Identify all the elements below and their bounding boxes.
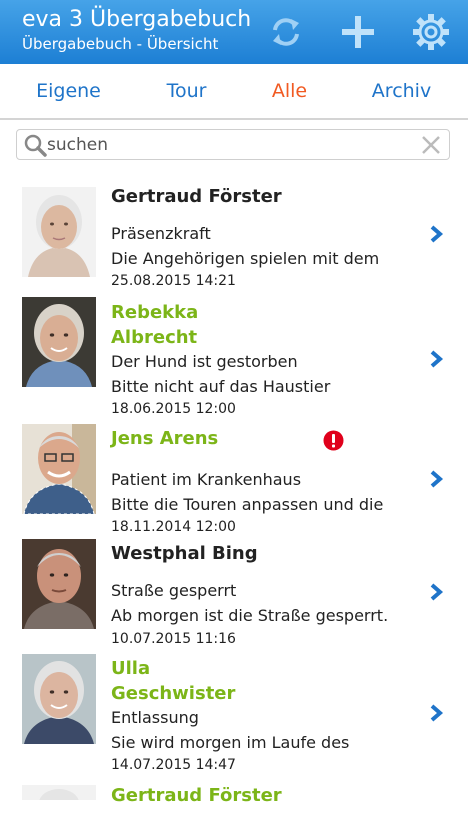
sync-icon[interactable] xyxy=(266,12,306,52)
chevron-right-icon xyxy=(430,225,444,243)
search-box xyxy=(16,129,450,160)
tab-alle[interactable]: Alle xyxy=(231,78,348,104)
tab-archiv[interactable]: Archiv xyxy=(343,78,460,104)
list-item[interactable]: Rebekka Albrecht Der Hund ist gestorben … xyxy=(0,292,468,421)
search-icon xyxy=(24,134,47,157)
add-icon[interactable] xyxy=(338,12,378,52)
entry-preview: Bitte die Touren anpassen und die xyxy=(111,495,384,514)
entry-preview: Ab morgen ist die Straße gesperrt. xyxy=(111,606,389,625)
entry-preview: Bitte nicht auf das Haustier xyxy=(111,377,331,396)
tab-eigene[interactable]: Eigene xyxy=(10,78,127,104)
entry-reason: Der Hund ist gestorben xyxy=(111,352,298,371)
settings-gear-icon[interactable] xyxy=(411,12,451,52)
app-subtitle: Übergabebuch - Übersicht xyxy=(22,35,219,53)
avatar xyxy=(22,785,96,800)
avatar xyxy=(22,654,96,744)
app-header: eva 3 Übergabebuch Übergabebuch - Übersi… xyxy=(0,0,468,64)
list-item[interactable]: Jens Arens Patient im Krankenhaus Bitte … xyxy=(0,420,468,536)
entry-preview: Die Angehörigen spielen mit dem xyxy=(111,249,380,268)
patient-name: Westphal Bing xyxy=(111,543,258,564)
tab-tour[interactable]: Tour xyxy=(128,78,245,104)
alert-icon xyxy=(323,430,344,451)
app-title: eva 3 Übergabebuch xyxy=(22,7,252,32)
chevron-right-icon xyxy=(430,583,444,601)
list-item[interactable]: Westphal Bing Straße gesperrt Ab morgen … xyxy=(0,535,468,651)
clear-search-icon[interactable] xyxy=(421,135,441,155)
filter-tabs: Eigene Tour Alle Archiv xyxy=(0,64,468,120)
entry-reason: Präsenzkraft xyxy=(111,224,211,243)
patient-name: Gertraud Förster xyxy=(111,186,282,207)
entry-preview: Sie wird morgen im Laufe des xyxy=(111,733,350,752)
avatar xyxy=(22,297,96,387)
avatar xyxy=(22,539,96,629)
chevron-right-icon xyxy=(430,470,444,488)
entry-reason: Entlassung xyxy=(111,708,199,727)
search-input[interactable] xyxy=(47,132,407,157)
list-item[interactable]: Ulla Geschwister Entlassung Sie wird mor… xyxy=(0,650,468,778)
patient-name: Ulla Geschwister xyxy=(111,658,236,704)
entry-date: 10.07.2015 11:16 xyxy=(111,631,236,647)
entry-date: 25.08.2015 14:21 xyxy=(111,273,236,289)
entry-reason: Straße gesperrt xyxy=(111,581,237,600)
entry-date: 14.07.2015 14:47 xyxy=(111,757,236,773)
entry-date: 18.06.2015 12:00 xyxy=(111,401,236,417)
patient-name: Rebekka Albrecht xyxy=(111,302,199,348)
list-item[interactable]: Gertraud Förster Präsenzkraft Die Angehö… xyxy=(0,175,468,293)
patient-name: Jens Arens xyxy=(111,428,219,449)
entry-date: 18.11.2014 12:00 xyxy=(111,519,236,535)
patient-name: Gertraud Förster xyxy=(111,785,282,806)
avatar xyxy=(22,187,96,277)
entry-reason: Patient im Krankenhaus xyxy=(111,470,302,489)
avatar xyxy=(22,424,96,514)
list-item[interactable]: Gertraud Förster xyxy=(0,777,468,817)
chevron-right-icon xyxy=(430,350,444,368)
chevron-right-icon xyxy=(430,704,444,722)
